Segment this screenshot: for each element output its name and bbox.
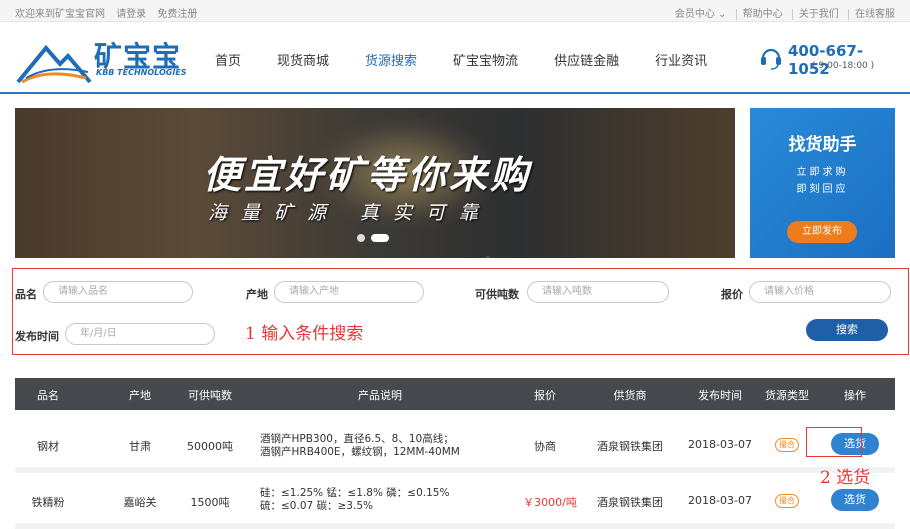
main-nav: 首页 现货商城 货源搜索 矿宝宝物流 供应链金融 行业资讯 xyxy=(215,50,743,69)
col-tonnage: 可供吨数 xyxy=(188,389,232,402)
site-header: 矿宝宝 KBB TECHNOLOGIES 首页 现货商城 货源搜索 矿宝宝物流 … xyxy=(0,22,910,94)
logo[interactable]: 矿宝宝 KBB TECHNOLOGIES xyxy=(16,34,196,84)
search-panel: 品名 请输入品名 产地 请输入产地 可供吨数 请输入吨数 报价 请输入价格 发布… xyxy=(12,268,909,355)
cell-origin: 嘉峪关 xyxy=(123,496,157,509)
date-label: 发布时间 xyxy=(15,330,59,343)
highlight-box xyxy=(806,427,862,457)
cell-origin: 甘肃 xyxy=(129,440,151,453)
price-label: 报价 xyxy=(721,288,743,301)
cell-supplier: 酒泉钢铁集团 xyxy=(597,496,663,509)
nav-industry-news[interactable]: 行业资讯 xyxy=(655,50,707,69)
tonnage-label: 可供吨数 xyxy=(475,288,519,301)
headset-icon xyxy=(761,48,781,70)
brand-subtitle: KBB TECHNOLOGIES xyxy=(96,68,187,77)
banner-rail-right xyxy=(485,255,572,258)
col-action: 操作 xyxy=(844,389,866,402)
cell-description-1: 酒钢产HPB300，直径6.5、8、10高线； xyxy=(260,433,454,445)
select-goods-button[interactable]: 选货 xyxy=(831,489,879,511)
col-name: 品名 xyxy=(37,389,59,402)
top-bar: 欢迎来到矿宝宝官网 请登录 免费注册 会员中心 ⌄ 帮助中心 关于我们 在线客服 xyxy=(0,0,910,22)
carousel-dot[interactable] xyxy=(357,234,365,242)
cell-name: 铁精粉 xyxy=(31,496,65,509)
table-row: 钢材 甘肃 50000吨 酒钢产HPB300，直径6.5、8、10高线； 酒钢产… xyxy=(15,417,895,473)
sourcing-helper-panel: 找货助手 立即求购 即刻回应 立即发布 xyxy=(750,108,895,258)
cell-price: 协商 xyxy=(534,440,556,453)
hotline: 400-667-1052 ( 9:00-18:00 ) xyxy=(760,42,900,82)
cell-description-2: 硫：≤0.07 碳：≥3.5% xyxy=(260,500,373,512)
source-type-badge: 撮合 xyxy=(775,438,799,452)
price-input[interactable]: 请输入价格 xyxy=(749,281,891,303)
cell-tonnage: 1500吨 xyxy=(190,496,230,509)
hero-banner[interactable]: 便宜好矿等你来购 海量矿源 真实可靠 xyxy=(15,108,735,258)
table-row: 铁精粉 嘉峪关 1500吨 硅：≤1.25% 锰：≤1.8% 磷：≤0.15% … xyxy=(15,473,895,529)
nav-source-search[interactable]: 货源搜索 xyxy=(365,50,417,69)
nav-supply-finance[interactable]: 供应链金融 xyxy=(554,50,619,69)
origin-input[interactable]: 请输入产地 xyxy=(274,281,424,303)
publish-now-button[interactable]: 立即发布 xyxy=(787,221,857,243)
member-center-link[interactable]: 会员中心 ⌄ xyxy=(669,9,727,20)
col-origin: 产地 xyxy=(129,389,151,402)
table-header: 品名 产地 可供吨数 产品说明 报价 供货商 发布时间 货源类型 操作 xyxy=(15,378,895,410)
helper-title: 找货助手 xyxy=(788,135,857,155)
register-link[interactable]: 免费注册 xyxy=(157,9,197,20)
col-type: 货源类型 xyxy=(765,389,809,402)
cell-supplier: 酒泉钢铁集团 xyxy=(597,440,663,453)
banner-subline: 海量矿源 真实可靠 xyxy=(208,202,493,224)
nav-home[interactable]: 首页 xyxy=(215,50,241,69)
help-center-link[interactable]: 帮助中心 xyxy=(735,9,783,20)
carousel-dots xyxy=(357,234,395,242)
login-link[interactable]: 请登录 xyxy=(116,9,146,20)
online-service-link[interactable]: 在线客服 xyxy=(848,9,895,20)
nav-spot-mall[interactable]: 现货商城 xyxy=(277,50,329,69)
source-type-badge: 撮合 xyxy=(775,494,799,508)
hotline-number: 400-667-1052 xyxy=(788,42,864,78)
source-table: 品名 产地 可供吨数 产品说明 报价 供货商 发布时间 货源类型 操作 钢材 甘… xyxy=(15,378,895,529)
cell-tonnage: 50000吨 xyxy=(187,440,233,453)
step-1-annotation: 1 输入条件搜索 xyxy=(245,324,364,344)
name-input[interactable]: 请输入品名 xyxy=(43,281,193,303)
col-supplier: 供货商 xyxy=(613,389,647,402)
carousel-dot-active[interactable] xyxy=(371,234,389,242)
name-label: 品名 xyxy=(15,288,37,301)
col-description: 产品说明 xyxy=(358,389,402,402)
search-button[interactable]: 搜索 xyxy=(806,319,888,341)
welcome-text: 欢迎来到矿宝宝官网 xyxy=(15,9,105,20)
tonnage-input[interactable]: 请输入吨数 xyxy=(527,281,669,303)
cell-price: ￥3000/吨 xyxy=(523,496,577,509)
mountain-logo-icon xyxy=(16,44,92,84)
cell-description-2: 酒钢产HRB400E，螺纹钢，12MM-40MM xyxy=(260,446,460,458)
date-input[interactable]: 年/月/日 xyxy=(65,323,215,345)
origin-label: 产地 xyxy=(246,288,268,301)
col-price: 报价 xyxy=(534,389,556,402)
cell-date: 2018-03-07 xyxy=(688,438,752,451)
helper-line-1: 立即求购 xyxy=(796,167,849,178)
step-2-annotation: 2 选货 xyxy=(820,468,871,488)
col-date: 发布时间 xyxy=(698,389,742,402)
about-link[interactable]: 关于我们 xyxy=(791,9,839,20)
banner-headline: 便宜好矿等你来购 xyxy=(203,153,532,197)
cell-date: 2018-03-07 xyxy=(688,494,752,507)
helper-line-2: 即刻回应 xyxy=(796,184,849,195)
cell-name: 钢材 xyxy=(37,440,59,453)
cell-description-1: 硅：≤1.25% 锰：≤1.8% 磷：≤0.15% xyxy=(260,487,450,499)
hotline-hours: ( 9:00-18:00 ) xyxy=(812,61,875,71)
nav-logistics[interactable]: 矿宝宝物流 xyxy=(453,50,518,69)
